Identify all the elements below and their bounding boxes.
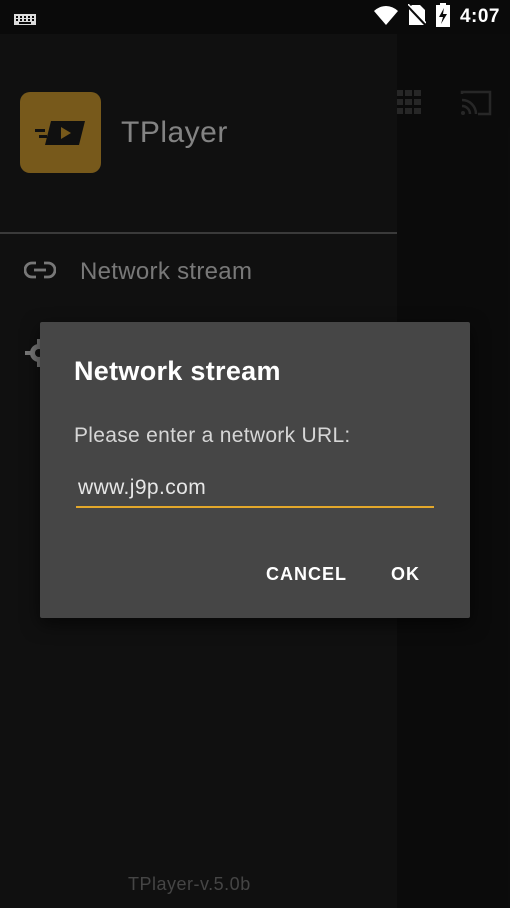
keyboard-icon <box>14 12 36 25</box>
status-icons: 4:07 <box>373 2 500 31</box>
url-input[interactable] <box>76 472 434 508</box>
cancel-button[interactable]: CANCEL <box>266 564 347 585</box>
network-stream-dialog: Network stream Please enter a network UR… <box>40 322 470 618</box>
status-time: 4:07 <box>459 6 500 27</box>
no-sim-icon <box>406 2 428 31</box>
status-bar: 4:07 <box>0 0 510 34</box>
wifi-icon <box>373 5 398 30</box>
ok-button[interactable]: OK <box>391 564 420 585</box>
dialog-message: Please enter a network URL: <box>74 424 351 447</box>
battery-charging-icon <box>435 2 450 32</box>
screen: TPlayer Network stream TPlayer-v.5.0b 4:… <box>0 0 510 908</box>
dialog-actions: CANCEL OK <box>266 564 420 585</box>
dialog-title: Network stream <box>74 356 281 386</box>
